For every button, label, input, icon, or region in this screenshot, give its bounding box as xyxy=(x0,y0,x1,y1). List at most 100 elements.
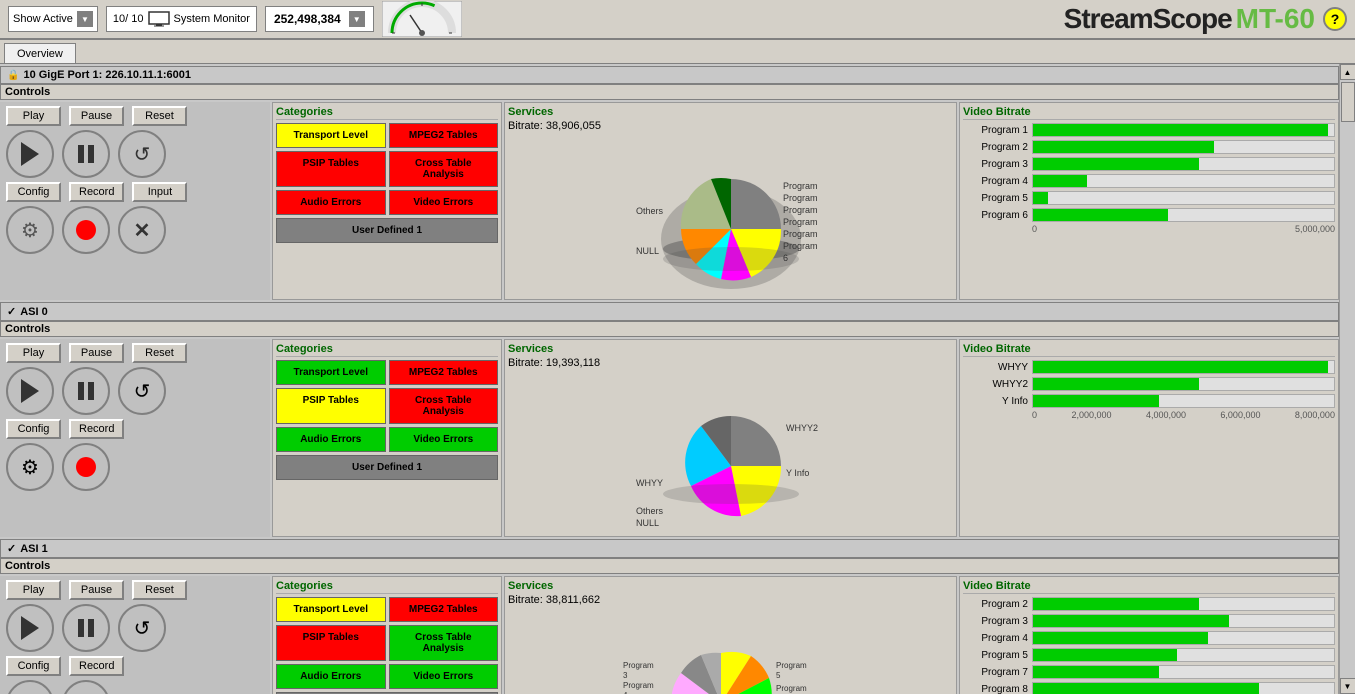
asi0-reset-circle[interactable]: ↺ xyxy=(118,367,166,415)
asi1-record-button[interactable]: Record xyxy=(69,656,124,676)
asi0-cat-video[interactable]: Video Errors xyxy=(389,427,499,452)
asi0-btn-row2: Config Record xyxy=(2,417,268,441)
port1-btn-row1: Play Pause Reset xyxy=(2,104,268,128)
port1-services-panel: Services Bitrate: 38,906,055 xyxy=(504,102,957,300)
asi0-pause-button[interactable]: Pause xyxy=(69,343,124,363)
scroll-area[interactable]: 🔒 10 GigE Port 1: 226.10.11.1:6001 Contr… xyxy=(0,64,1339,694)
asi1-config-button[interactable]: Config xyxy=(6,656,61,676)
asi0-cat-transport[interactable]: Transport Level xyxy=(276,360,386,385)
asi1-cat-psip[interactable]: PSIP Tables xyxy=(276,625,386,661)
port1-pie-chart: Others NULL Program Program Program Prog… xyxy=(631,139,831,294)
port1-reset-button[interactable]: Reset xyxy=(132,106,187,126)
asi0-config-circle[interactable]: ⚙ xyxy=(6,443,54,491)
port1-pause-circle[interactable] xyxy=(62,130,110,178)
svg-text:NULL: NULL xyxy=(636,518,659,528)
asi1-cat-mpeg2[interactable]: MPEG2 Tables xyxy=(389,597,499,622)
asi1-categories-title: Categories xyxy=(276,580,498,594)
logo-model: MT-60 xyxy=(1236,3,1315,35)
asi1-services-panel: Services Bitrate: 38,811,662 xyxy=(504,576,957,694)
port1-input-button[interactable]: Input xyxy=(132,182,187,202)
asi1-bar-label-5: Program 8 xyxy=(963,684,1028,694)
asi0-bar-track-1 xyxy=(1032,377,1335,391)
dropdown-arrow-icon[interactable]: ▼ xyxy=(77,11,93,27)
svg-text:WHYY: WHYY xyxy=(636,478,663,488)
asi0-title: ASI 0 xyxy=(20,306,48,318)
svg-text:4: 4 xyxy=(623,691,628,694)
asi0-cat-cross[interactable]: Cross Table Analysis xyxy=(389,388,499,424)
port1-input-circle[interactable]: ✕ xyxy=(118,206,166,254)
asi0-pause-circle[interactable] xyxy=(62,367,110,415)
port1-play-circle[interactable] xyxy=(6,130,54,178)
port1-bar-track-3 xyxy=(1032,174,1335,188)
asi1-cat-cross[interactable]: Cross Table Analysis xyxy=(389,625,499,661)
asi1-cat-transport[interactable]: Transport Level xyxy=(276,597,386,622)
asi1-bar-row-2: Program 4 xyxy=(963,631,1335,645)
cat-video-errors[interactable]: Video Errors xyxy=(389,190,499,215)
scrollbar-up-button[interactable]: ▲ xyxy=(1340,64,1355,80)
show-active-dropdown[interactable]: Show Active ▼ xyxy=(8,6,98,32)
cat-cross-table[interactable]: Cross Table Analysis xyxy=(389,151,499,187)
asi1-bar-chart: Program 2 Program 3 Program 4 Progr xyxy=(963,597,1335,694)
scrollbar-thumb[interactable] xyxy=(1341,82,1355,122)
asi0-cat-user[interactable]: User Defined 1 xyxy=(276,455,498,480)
monitor-dropdown[interactable]: 10/ 10 System Monitor xyxy=(106,6,257,32)
asi0-cat-psip[interactable]: PSIP Tables xyxy=(276,388,386,424)
asi0-reset-button[interactable]: Reset xyxy=(132,343,187,363)
port1-record-button[interactable]: Record xyxy=(69,182,124,202)
play-triangle-icon xyxy=(21,142,39,166)
asi0-cat-audio[interactable]: Audio Errors xyxy=(276,427,386,452)
asi1-config-circle[interactable]: ⚙ xyxy=(6,680,54,694)
vertical-scrollbar[interactable]: ▲ ▼ xyxy=(1339,64,1355,694)
port1-categories-title: Categories xyxy=(276,106,498,120)
port1-bar-track-5 xyxy=(1032,208,1335,222)
asi1-reset-button[interactable]: Reset xyxy=(132,580,187,600)
help-button[interactable]: ? xyxy=(1323,7,1347,31)
svg-text:Program: Program xyxy=(783,241,818,251)
cat-user-defined[interactable]: User Defined 1 xyxy=(276,218,498,243)
port1-bar-row-2: Program 3 xyxy=(963,157,1335,171)
asi1-reset-circle[interactable]: ↺ xyxy=(118,604,166,652)
asi1-bar-label-3: Program 5 xyxy=(963,650,1028,661)
asi0-controls: Play Pause Reset xyxy=(0,339,270,537)
port1-bar-row-0: Program 1 xyxy=(963,123,1335,137)
asi0-cat-mpeg2[interactable]: MPEG2 Tables xyxy=(389,360,499,385)
port1-play-button[interactable]: Play xyxy=(6,106,61,126)
asi1-pause-button[interactable]: Pause xyxy=(69,580,124,600)
asi1-play-button[interactable]: Play xyxy=(6,580,61,600)
asi0-categories-panel: Categories Transport Level MPEG2 Tables … xyxy=(272,339,502,537)
asi0-record-circle[interactable] xyxy=(62,443,110,491)
asi1-cat-video[interactable]: Video Errors xyxy=(389,664,499,689)
port1-bar-label-2: Program 3 xyxy=(963,159,1028,170)
asi0-bar-track-2 xyxy=(1032,394,1335,408)
svg-text:Others: Others xyxy=(636,206,664,216)
svg-text:Program: Program xyxy=(623,681,654,690)
asi1-cat-audio[interactable]: Audio Errors xyxy=(276,664,386,689)
cat-psip-tables[interactable]: PSIP Tables xyxy=(276,151,386,187)
asi0-play-button[interactable]: Play xyxy=(6,343,61,363)
port1-pause-button[interactable]: Pause xyxy=(69,106,124,126)
cat-transport-level[interactable]: Transport Level xyxy=(276,123,386,148)
bitrate-dropdown-arrow[interactable]: ▼ xyxy=(349,11,365,27)
cat-mpeg2-tables[interactable]: MPEG2 Tables xyxy=(389,123,499,148)
asi1-play-circle[interactable] xyxy=(6,604,54,652)
reset-icon3: ↺ xyxy=(134,616,151,641)
asi0-record-button[interactable]: Record xyxy=(69,419,124,439)
asi1-record-circle[interactable] xyxy=(62,680,110,694)
asi0-config-button[interactable]: Config xyxy=(6,419,61,439)
asi0-play-circle[interactable] xyxy=(6,367,54,415)
asi1-pause-circle[interactable] xyxy=(62,604,110,652)
play-tri-icon3 xyxy=(21,616,39,640)
cat-audio-errors[interactable]: Audio Errors xyxy=(276,190,386,215)
port1-config-button[interactable]: Config xyxy=(6,182,61,202)
tab-overview[interactable]: Overview xyxy=(4,43,76,63)
bitrate-value: 252,498,384 xyxy=(274,12,341,26)
scrollbar-down-button[interactable]: ▼ xyxy=(1340,678,1355,694)
port1-bar-label-1: Program 2 xyxy=(963,142,1028,153)
port1-reset-circle[interactable]: ↺ xyxy=(118,130,166,178)
asi0-bar-axis: 0 2,000,000 4,000,000 6,000,000 8,000,00… xyxy=(963,410,1335,420)
asi1-circles-row2: ⚙ xyxy=(2,678,268,694)
port1-btn-row2: Config Record Input xyxy=(2,180,268,204)
port1-config-circle[interactable]: ⚙ xyxy=(6,206,54,254)
asi0-circles-row1: ↺ xyxy=(2,365,268,417)
port1-record-circle[interactable] xyxy=(62,206,110,254)
